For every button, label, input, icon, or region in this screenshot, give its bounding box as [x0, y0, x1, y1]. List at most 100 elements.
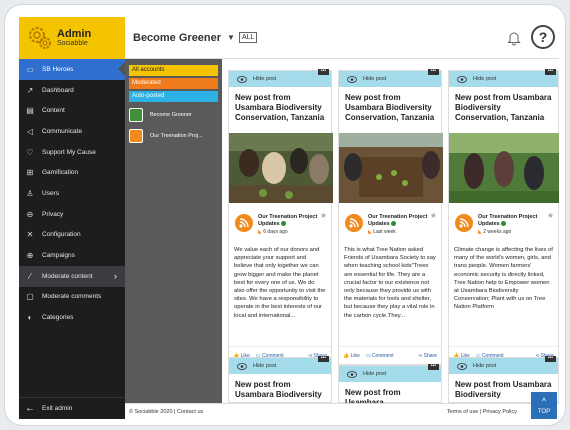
back-to-top-button[interactable]: ^ TOP	[531, 392, 557, 419]
post-card: Hide post ••• New post from Usambara Bio…	[228, 356, 332, 403]
content-icon: ▤	[26, 106, 34, 116]
filter-auto-posted[interactable]: Auto-posted	[129, 91, 218, 102]
more-options-button[interactable]: •••	[317, 69, 329, 75]
post-title[interactable]: New post from Usambara Biodiversity	[229, 374, 331, 399]
more-options-button[interactable]: •••	[427, 364, 439, 370]
admin-sidebar: ▭ SB Heroes ↗ Dashboard ▤ Content ◁ Communic…	[19, 59, 125, 419]
hide-post-button[interactable]: Hide post •••	[229, 356, 331, 374]
sidebar-item-configuration[interactable]: ✕ Configuration	[19, 225, 125, 246]
sidebar-item-gamification[interactable]: ⊞ Gamification	[19, 162, 125, 183]
sidebar-item-communicate[interactable]: ◁ Communicate	[19, 121, 125, 142]
post-title[interactable]: New post from Usambara Biodiversity Cons…	[449, 87, 558, 133]
top-bar: Become Greener ▼ ALL ?	[125, 17, 559, 59]
rss-small-icon: ◣	[258, 229, 262, 235]
eye-icon	[237, 75, 247, 83]
post-body: Climate change is affecting the lives of…	[454, 247, 553, 311]
post-title[interactable]: New post from Usambara Biodiversity Cons…	[339, 87, 441, 133]
rss-avatar-icon	[455, 214, 473, 232]
bell-icon[interactable]	[507, 30, 521, 46]
more-options-button[interactable]: •••	[544, 356, 556, 362]
eye-icon	[237, 362, 247, 370]
eye-icon	[347, 75, 357, 83]
eye-icon	[457, 75, 467, 83]
sidebar-item-privacy[interactable]: ⊖ Privacy	[19, 204, 125, 225]
rss-avatar-icon	[345, 214, 363, 232]
footer-copyright[interactable]: © Sociabble 2020 | Contact us	[129, 409, 203, 415]
verified-dot-icon	[281, 221, 287, 227]
post-title[interactable]: New post from Usambara Biodiversity	[449, 374, 558, 399]
moderate-icon: ⁄	[29, 271, 31, 281]
filter-all-accounts[interactable]: All accounts	[129, 65, 218, 76]
exit-admin-button[interactable]: ← Exit admin	[19, 397, 125, 419]
comments-icon: ▢	[26, 292, 34, 302]
more-options-button[interactable]: •••	[544, 69, 556, 75]
post-time: ◣ Last week	[368, 229, 396, 235]
privacy-icon: ⊖	[26, 209, 34, 219]
filter-moderated[interactable]: Moderated	[129, 78, 218, 89]
post-actions: 👍 Like ▭ Comment ⋖ Share	[339, 346, 441, 364]
like-button[interactable]: 👍 Like	[343, 353, 360, 359]
megaphone-icon: ◁	[26, 126, 34, 136]
sidebar-item-users[interactable]: ♙ Users	[19, 183, 125, 204]
more-options-button[interactable]: •••	[317, 356, 329, 362]
post-card: Hide post ••• New post from Usambara Bio…	[448, 69, 559, 365]
sidebar-item-moderate-comments[interactable]: ▢ Moderate comments	[19, 287, 125, 308]
post-image[interactable]	[229, 133, 333, 203]
source-become-greener[interactable]: Become Greener	[129, 107, 218, 123]
sidebar-item-categories[interactable]: ◐ Categories	[19, 307, 125, 328]
chevron-right-icon: ›	[114, 271, 117, 282]
more-options-button[interactable]: •••	[427, 69, 439, 75]
chevron-down-icon[interactable]: ▼	[227, 33, 235, 42]
sidebar-item-dashboard[interactable]: ↗ Dashboard	[19, 80, 125, 101]
sidebar-item-sb-heroes[interactable]: ▭ SB Heroes	[19, 59, 125, 80]
help-button[interactable]: ?	[531, 25, 555, 49]
rss-small-icon: ◣	[478, 229, 482, 235]
page-selector-label[interactable]: Become Greener	[133, 32, 221, 44]
post-title[interactable]: New post from Usambara	[339, 382, 441, 407]
star-icon[interactable]: ★	[547, 211, 554, 220]
sidebar-item-moderate-content[interactable]: ⁄ Moderate content ›	[19, 265, 125, 287]
sidebar-item-campaigns[interactable]: ⊕ Campaigns	[19, 245, 125, 266]
users-icon: ♙	[26, 188, 34, 198]
rss-feed-icon	[129, 129, 143, 143]
post-card: Hide post ••• New post from Usambara Bio…	[338, 69, 443, 365]
brand-block[interactable]: Admin Sociabble	[19, 17, 125, 59]
sidebar-item-support-my-cause[interactable]: ♡ Support My Cause	[19, 142, 125, 163]
all-filter-button[interactable]: ALL	[238, 32, 258, 43]
categories-icon: ◐	[27, 313, 33, 323]
brand-subtitle: Sociabble	[57, 40, 88, 47]
hide-post-button[interactable]: Hide post •••	[229, 69, 331, 87]
star-icon[interactable]: ★	[430, 211, 437, 220]
sidebar-item-content[interactable]: ▤ Content	[19, 100, 125, 121]
rss-avatar-icon	[235, 214, 253, 232]
post-time: ◣ 6 days ago	[258, 229, 288, 235]
hide-post-button[interactable]: Hide post •••	[449, 69, 558, 87]
post-image[interactable]	[339, 133, 443, 203]
share-button[interactable]: ⋖ Share	[418, 353, 437, 359]
star-icon[interactable]: ★	[320, 211, 327, 220]
post-author: Our Treenation Project Updates ◣ Last we…	[339, 208, 441, 246]
hide-post-button[interactable]: Hide post •••	[339, 364, 441, 382]
post-body: We value each of our donors and apprecia…	[234, 247, 326, 319]
app-screen: Admin Sociabble Become Greener ▼ ALL ? ▭…	[19, 17, 559, 419]
post-title[interactable]: New post from Usambara Biodiversity Cons…	[229, 87, 331, 133]
source-treenation[interactable]: Our Treenation Proj...	[129, 128, 218, 144]
become-greener-logo-icon	[129, 108, 143, 122]
post-body: This is what Tree Nation asked Friends o…	[344, 247, 436, 319]
globe-icon: ⊕	[26, 251, 34, 261]
arrow-left-icon: ←	[25, 403, 35, 414]
hide-post-button[interactable]: Hide post •••	[449, 356, 558, 374]
page-footer: © Sociabble 2020 | Contact us Terms of u…	[125, 403, 559, 419]
verified-dot-icon	[501, 221, 507, 227]
brand-title: Admin	[57, 28, 92, 40]
gears-logo-icon	[29, 27, 51, 49]
tools-icon: ✕	[26, 230, 34, 240]
post-author: Our Treenation Project Updates ◣ 2 weeks…	[449, 208, 558, 246]
rss-small-icon: ◣	[368, 229, 372, 235]
hide-post-button[interactable]: Hide post •••	[339, 69, 441, 87]
footer-legal-links[interactable]: Terms of use | Privacy Policy	[447, 409, 517, 415]
eye-icon	[457, 362, 467, 370]
comment-button[interactable]: ▭ Comment	[366, 353, 394, 359]
eye-icon	[347, 370, 357, 378]
post-image[interactable]	[449, 133, 559, 203]
